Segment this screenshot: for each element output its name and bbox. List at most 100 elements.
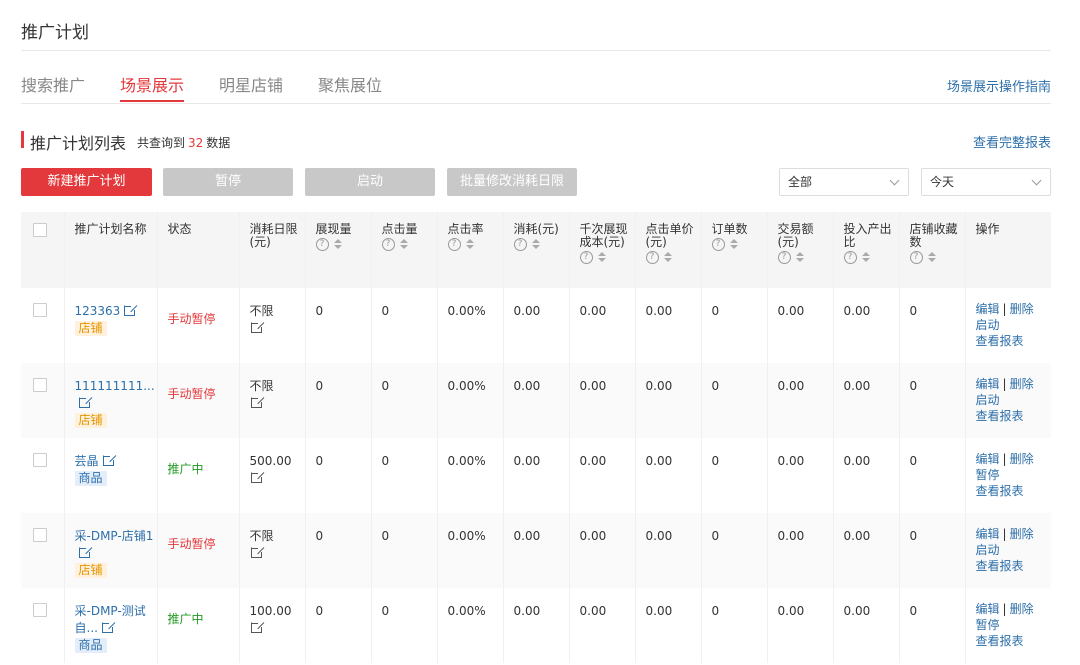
metric-value: 0.00 xyxy=(513,604,541,618)
metric-cell-cpm: 0.00 xyxy=(569,288,636,363)
delete-link[interactable]: 删除 xyxy=(1010,527,1034,541)
metric-value: 0 xyxy=(381,604,390,618)
tab-scene-display[interactable]: 场景展示 xyxy=(120,72,184,96)
edit-name-icon[interactable] xyxy=(101,622,113,633)
toggle-link[interactable]: 启动 xyxy=(976,393,1000,407)
section-title: 推广计划列表 xyxy=(30,134,127,153)
metric-value: 0 xyxy=(381,454,390,468)
metric-cell-cpm: 0.00 xyxy=(569,513,636,588)
row-checkbox-cell xyxy=(21,288,65,363)
metric-cell-orders: 0 xyxy=(701,438,768,513)
start-button[interactable]: 启动 xyxy=(305,168,435,196)
metric-cell-cost: 0.00 xyxy=(503,438,570,513)
select-all-checkbox[interactable] xyxy=(33,223,47,237)
sort-icon[interactable] xyxy=(729,239,738,250)
edit-link[interactable]: 编辑 xyxy=(976,527,1000,541)
metric-value: 0.00 xyxy=(579,454,607,468)
help-icon[interactable]: ? xyxy=(711,238,725,251)
edit-limit-icon[interactable] xyxy=(250,397,262,408)
help-icon[interactable]: ? xyxy=(579,251,593,264)
new-plan-button[interactable]: 新建推广计划 xyxy=(21,168,152,196)
toggle-link[interactable]: 启动 xyxy=(976,543,1000,557)
toggle-link[interactable]: 启动 xyxy=(976,318,1000,332)
view-report-link[interactable]: 查看报表 xyxy=(976,559,1024,573)
view-report-link[interactable]: 查看报表 xyxy=(976,484,1024,498)
metric-cell-favorites: 0 xyxy=(899,513,966,588)
plan-name-link[interactable]: 123363 xyxy=(75,304,121,318)
plan-name-cell: 111111111... 店铺 xyxy=(64,363,158,438)
metric-value: 0 xyxy=(381,379,390,393)
edit-name-icon[interactable] xyxy=(102,455,114,466)
edit-name-icon[interactable] xyxy=(78,397,90,408)
tab-search-promotion[interactable]: 搜索推广 xyxy=(21,72,85,96)
edit-link[interactable]: 编辑 xyxy=(976,302,1000,316)
limit-value: 不限 xyxy=(249,379,274,393)
batch-edit-limit-button[interactable]: 批量修改消耗日限 xyxy=(447,168,577,196)
sort-icon[interactable] xyxy=(795,252,804,263)
edit-link[interactable]: 编辑 xyxy=(976,452,1000,466)
sort-icon[interactable] xyxy=(465,239,474,250)
row-checkbox[interactable] xyxy=(33,603,47,617)
row-checkbox[interactable] xyxy=(33,378,47,392)
row-checkbox[interactable] xyxy=(33,453,47,467)
date-select[interactable]: 今天 xyxy=(921,168,1051,196)
sort-icon[interactable] xyxy=(399,239,408,250)
full-report-link[interactable]: 查看完整报表 xyxy=(973,132,1051,151)
tab-focus-booth[interactable]: 聚焦展位 xyxy=(318,72,382,96)
edit-limit-icon[interactable] xyxy=(250,622,262,633)
toggle-link[interactable]: 暂停 xyxy=(976,618,1000,632)
row-checkbox[interactable] xyxy=(33,528,47,542)
edit-name-icon[interactable] xyxy=(78,547,90,558)
view-report-link[interactable]: 查看报表 xyxy=(976,634,1024,648)
metric-value: 0.00% xyxy=(447,454,486,468)
plan-name-link[interactable]: 采-DMP-店铺1 xyxy=(75,529,154,543)
plan-name-cell: 采-DMP-测试自... 商品 xyxy=(64,588,158,663)
metric-value: 0.00% xyxy=(447,529,486,543)
sort-icon[interactable] xyxy=(597,252,606,263)
metric-cell-impressions: 0 xyxy=(305,438,372,513)
tab-star-shop[interactable]: 明星店铺 xyxy=(219,72,283,96)
metric-cell-orders: 0 xyxy=(701,513,768,588)
sort-icon[interactable] xyxy=(333,239,342,250)
edit-link[interactable]: 编辑 xyxy=(976,377,1000,391)
help-icon[interactable]: ? xyxy=(777,251,791,264)
edit-limit-icon[interactable] xyxy=(250,472,262,483)
edit-limit-icon[interactable] xyxy=(250,322,262,333)
header-ctr: 点击率? xyxy=(437,212,504,288)
metric-cell-clicks: 0 xyxy=(371,438,438,513)
scope-select[interactable]: 全部 xyxy=(779,168,909,196)
view-report-link[interactable]: 查看报表 xyxy=(976,334,1024,348)
delete-link[interactable]: 删除 xyxy=(1010,302,1034,316)
edit-link[interactable]: 编辑 xyxy=(976,602,1000,616)
pause-button[interactable]: 暂停 xyxy=(163,168,293,196)
metric-cell-cpc: 0.00 xyxy=(635,513,702,588)
sort-icon[interactable] xyxy=(861,252,870,263)
metric-value: 0.00 xyxy=(843,529,871,543)
sort-icon[interactable] xyxy=(531,239,540,250)
edit-limit-icon[interactable] xyxy=(250,547,262,558)
view-report-link[interactable]: 查看报表 xyxy=(976,409,1024,423)
table-row: 123363 店铺 手动暂停 不限 0 0 0.00% 0.00 0.00 0.00 0 0.00 0.… xyxy=(21,288,1051,363)
plan-name-link[interactable]: 芸晶 xyxy=(75,454,99,468)
delete-link[interactable]: 删除 xyxy=(1010,452,1034,466)
metric-value: 0.00 xyxy=(579,304,607,318)
delete-link[interactable]: 删除 xyxy=(1010,602,1034,616)
sort-icon[interactable] xyxy=(927,252,936,263)
help-icon[interactable]: ? xyxy=(909,251,923,264)
metric-cell-orders: 0 xyxy=(701,588,768,663)
help-icon[interactable]: ? xyxy=(513,238,527,251)
row-checkbox[interactable] xyxy=(33,303,47,317)
help-icon[interactable]: ? xyxy=(381,238,395,251)
help-icon[interactable]: ? xyxy=(645,251,659,264)
help-icon[interactable]: ? xyxy=(315,238,329,251)
sort-icon[interactable] xyxy=(663,252,672,263)
help-icon[interactable]: ? xyxy=(843,251,857,264)
guide-link[interactable]: 场景展示操作指南 xyxy=(947,76,1051,95)
plan-name-link[interactable]: 111111111... xyxy=(75,379,155,393)
edit-name-icon[interactable] xyxy=(124,305,136,316)
metric-cell-roi: 0.00 xyxy=(833,588,900,663)
help-icon[interactable]: ? xyxy=(447,238,461,251)
toggle-link[interactable]: 暂停 xyxy=(976,468,1000,482)
delete-link[interactable]: 删除 xyxy=(1010,377,1034,391)
metric-value: 0.00 xyxy=(843,604,871,618)
